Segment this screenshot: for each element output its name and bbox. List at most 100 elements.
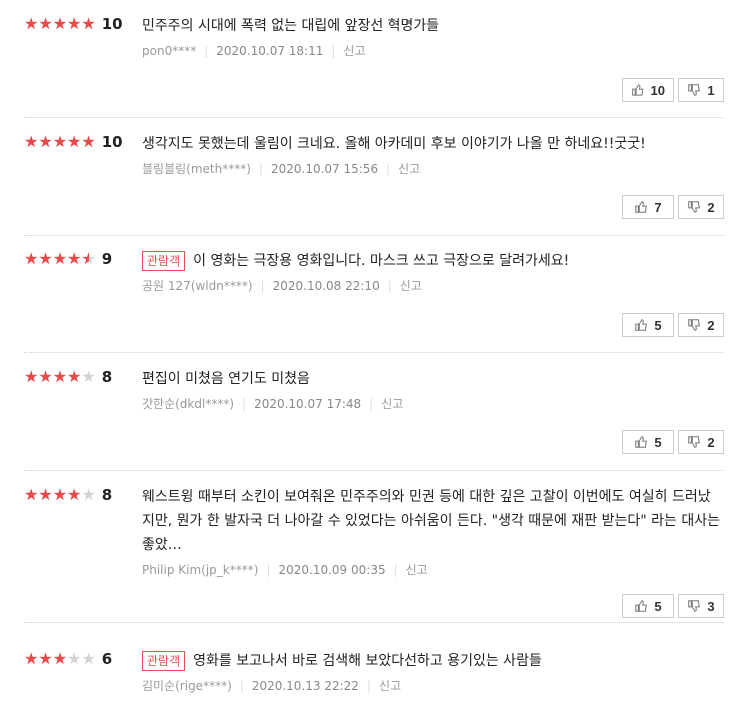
report-link[interactable]: 신고 bbox=[343, 42, 365, 59]
review-author[interactable]: 공원 127(wldn****) bbox=[142, 277, 253, 294]
thumb-up-icon bbox=[635, 319, 648, 331]
dislike-button[interactable]: 3 bbox=[678, 594, 724, 618]
dislike-count: 2 bbox=[707, 317, 715, 333]
like-count: 7 bbox=[654, 199, 662, 215]
thumb-down-icon bbox=[688, 319, 701, 331]
review-text-content: 생각지도 못했는데 울림이 크네요. 올해 아카데미 후보 이야기가 나올 만 … bbox=[142, 136, 646, 152]
review-date: 2020.10.13 22:22 bbox=[251, 678, 359, 693]
review-text: 관람객 영화를 보고나서 바로 검색해 보았다선하고 용기있는 사람들 bbox=[142, 649, 722, 673]
review-meta: 갓한순(dkdl****) | 2020.10.07 17:48 | 신고 bbox=[142, 395, 722, 412]
thumb-down-icon bbox=[688, 600, 701, 612]
score-number: 6 bbox=[101, 650, 113, 668]
score-number: 8 bbox=[101, 486, 113, 504]
divider: | bbox=[366, 678, 371, 693]
dislike-button[interactable]: 2 bbox=[678, 430, 724, 454]
review-meta: 공원 127(wldn****) | 2020.10.08 22:10 | 신고 bbox=[142, 277, 722, 294]
review-text-content: 영화를 보고나서 바로 검색해 보았다선하고 용기있는 사람들 bbox=[193, 653, 542, 669]
review-item: ★★★★★ ★★★★★ 10 민주주의 시대에 폭력 없는 대립에 앞장선 혁명가… bbox=[24, 14, 724, 118]
like-button[interactable]: 7 bbox=[622, 195, 674, 219]
review-item: ★★★★★ ★★★★★ 9 관람객 이 영화는 극장용 영화입니다. 마스크 쓰고 … bbox=[24, 249, 724, 353]
divider: | bbox=[258, 161, 263, 176]
score-number: 10 bbox=[101, 133, 123, 151]
divider: | bbox=[369, 396, 374, 411]
like-button[interactable]: 10 bbox=[622, 78, 674, 102]
review-meta: pon0**** | 2020.10.07 18:11 | 신고 bbox=[142, 42, 722, 59]
review-text: 생각지도 못했는데 울림이 크네요. 올해 아카데미 후보 이야기가 나올 만 … bbox=[142, 132, 722, 156]
review-score: ★★★★★★★★★★ 6 bbox=[24, 649, 112, 669]
star-rating: ★★★★★★★★★★ bbox=[24, 249, 96, 268]
review-score: ★★★★★ ★★★★★ 9 bbox=[24, 249, 112, 269]
viewer-badge: 관람객 bbox=[142, 251, 186, 271]
thumb-up-icon bbox=[635, 600, 648, 612]
divider: | bbox=[386, 161, 391, 176]
review-date: 2020.10.07 15:56 bbox=[270, 161, 379, 176]
thumb-down-icon bbox=[688, 84, 701, 96]
review-meta: 김미순(rige****) | 2020.10.13 22:22 | 신고 bbox=[142, 677, 722, 694]
like-count: 10 bbox=[650, 82, 665, 98]
review-author[interactable]: 블링블링(meth****) bbox=[142, 160, 251, 177]
review-score: ★★★★★ ★★★★★ 10 bbox=[24, 14, 123, 34]
star-rating: ★★★★★★★★★★ bbox=[24, 485, 96, 504]
report-link[interactable]: 신고 bbox=[406, 561, 428, 578]
review-score: ★★★★★★★★★★ 8 bbox=[24, 367, 112, 387]
score-number: 8 bbox=[101, 368, 113, 386]
thumb-down-icon bbox=[688, 201, 701, 213]
review-author[interactable]: 갓한순(dkdl****) bbox=[142, 395, 234, 412]
review-author[interactable]: Philip Kim(jp_k****) bbox=[142, 563, 258, 577]
divider: | bbox=[204, 43, 209, 58]
like-button[interactable]: 5 bbox=[622, 430, 674, 454]
score-number: 10 bbox=[101, 15, 123, 33]
thumb-up-icon bbox=[632, 84, 644, 96]
divider: | bbox=[266, 562, 271, 577]
like-count: 5 bbox=[654, 598, 662, 614]
report-link[interactable]: 신고 bbox=[400, 277, 422, 294]
like-count: 5 bbox=[654, 317, 662, 333]
divider: | bbox=[331, 43, 336, 58]
divider: | bbox=[387, 278, 392, 293]
review-author[interactable]: pon0**** bbox=[142, 44, 196, 58]
review-date: 2020.10.09 00:35 bbox=[278, 562, 386, 577]
divider: | bbox=[260, 278, 265, 293]
report-link[interactable]: 신고 bbox=[398, 160, 420, 177]
report-link[interactable]: 신고 bbox=[379, 677, 401, 694]
review-meta: 블링블링(meth****) | 2020.10.07 15:56 | 신고 bbox=[142, 160, 722, 177]
divider: | bbox=[393, 562, 398, 577]
review-date: 2020.10.08 22:10 bbox=[272, 278, 380, 293]
star-rating: ★★★★★★★★★★ bbox=[24, 14, 96, 33]
thumb-down-icon bbox=[688, 436, 701, 448]
like-button[interactable]: 5 bbox=[622, 594, 674, 618]
review-item: ★★★★★★★★★★ 6 관람객 영화를 보고나서 바로 검색해 보았다선하고 용… bbox=[24, 649, 724, 709]
review-item: ★★★★★★★★★★ 8 편집이 미쳤음 연기도 미쳤음 갓한순(dkdl***… bbox=[24, 367, 724, 471]
like-count: 5 bbox=[654, 434, 662, 450]
dislike-button[interactable]: 1 bbox=[678, 78, 724, 102]
star-rating: ★★★★★★★★★★ bbox=[24, 132, 96, 151]
review-text: 관람객 이 영화는 극장용 영화입니다. 마스크 쓰고 극장으로 달려가세요! bbox=[142, 249, 722, 273]
divider: | bbox=[242, 396, 247, 411]
review-item: ★★★★★ ★★★★★ 10 생각지도 못했는데 울림이 크네요. 올해 아카데미… bbox=[24, 132, 724, 236]
review-text: 편집이 미쳤음 연기도 미쳤음 bbox=[142, 367, 722, 391]
dislike-count: 1 bbox=[707, 82, 715, 98]
thumb-up-icon bbox=[635, 201, 648, 213]
dislike-count: 3 bbox=[707, 598, 715, 614]
review-list: ★★★★★ ★★★★★ 10 민주주의 시대에 폭력 없는 대립에 앞장선 혁명가… bbox=[0, 0, 748, 711]
review-score: ★★★★★★★★★★ 8 bbox=[24, 485, 112, 505]
review-author[interactable]: 김미순(rige****) bbox=[142, 677, 232, 694]
dislike-button[interactable]: 2 bbox=[678, 195, 724, 219]
star-rating: ★★★★★★★★★★ bbox=[24, 649, 96, 668]
viewer-badge: 관람객 bbox=[142, 651, 186, 671]
review-item: ★★★★★★★★★★ 8 웨스트윙 때부터 소킨이 보여줘온 민주주의와 민권 … bbox=[24, 485, 724, 623]
divider: | bbox=[239, 678, 244, 693]
dislike-button[interactable]: 2 bbox=[678, 313, 724, 337]
dislike-count: 2 bbox=[707, 199, 715, 215]
review-score: ★★★★★ ★★★★★ 10 bbox=[24, 132, 123, 152]
dislike-count: 2 bbox=[707, 434, 715, 450]
review-meta: Philip Kim(jp_k****) | 2020.10.09 00:35 … bbox=[142, 561, 722, 578]
like-button[interactable]: 5 bbox=[622, 313, 674, 337]
score-number: 9 bbox=[101, 250, 113, 268]
review-text: 웨스트윙 때부터 소킨이 보여줘온 민주주의와 민권 등에 대한 깊은 고찰이 … bbox=[142, 485, 722, 557]
review-text-content: 웨스트윙 때부터 소킨이 보여줘온 민주주의와 민권 등에 대한 깊은 고찰이 … bbox=[142, 489, 720, 553]
review-text: 민주주의 시대에 폭력 없는 대립에 앞장선 혁명가들 bbox=[142, 14, 722, 38]
review-date: 2020.10.07 18:11 bbox=[216, 43, 324, 58]
report-link[interactable]: 신고 bbox=[381, 395, 403, 412]
star-rating: ★★★★★★★★★★ bbox=[24, 367, 96, 386]
